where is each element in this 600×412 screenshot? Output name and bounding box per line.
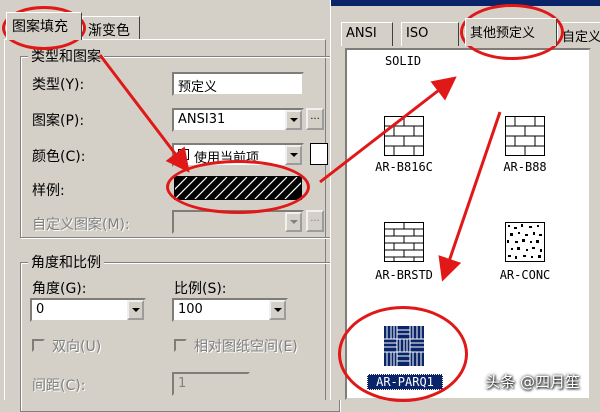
tab-iso[interactable]: ISO [401, 22, 459, 46]
brick-pattern-icon[interactable] [384, 116, 424, 156]
tab-ansi[interactable]: ANSI [341, 22, 393, 46]
tab-ansi-label: ANSI [346, 26, 377, 41]
double-label: 双向(U) [52, 339, 102, 355]
hatch-swatch-pattern-icon [164, 176, 308, 200]
concrete-pattern-icon[interactable] [505, 222, 545, 262]
custom-pattern-label: 自定义图案(M): [32, 217, 130, 233]
pattern-name-b88[interactable]: AR-B88 [485, 160, 565, 174]
swatch-label: 样例: [32, 183, 65, 199]
tab-custom-label: 自定义 [562, 30, 600, 45]
pattern-name-brstd[interactable]: AR-BRSTD [364, 268, 444, 282]
relative-paper-checkbox[interactable] [174, 339, 187, 352]
color-select[interactable]: 使用当前项 [172, 143, 304, 167]
tab-iso-label: ISO [406, 26, 429, 41]
angle-select-value: 0 [36, 302, 45, 317]
scale-label: 比例(S): [174, 281, 227, 297]
block-pattern-icon[interactable] [505, 116, 545, 156]
type-label: 类型(Y): [32, 77, 85, 93]
color-select-value: 使用当前项 [194, 151, 260, 166]
background-color-button[interactable] [310, 143, 328, 165]
custom-pattern-select[interactable] [172, 210, 304, 234]
double-checkbox[interactable] [32, 339, 45, 352]
brick-standard-pattern-icon[interactable] [384, 222, 424, 262]
pattern-label: 图案(P): [32, 113, 85, 129]
watermark: 头条 @四月笙 [485, 373, 580, 391]
type-select-value: 预定义 [178, 80, 218, 95]
chevron-down-icon[interactable] [285, 212, 302, 232]
parquet-pattern-icon[interactable] [384, 326, 424, 366]
tab-gradient[interactable]: 渐变色 [82, 16, 140, 40]
type-select[interactable]: 预定义 [172, 72, 304, 96]
palette-title-bar [331, 0, 600, 6]
chevron-down-icon[interactable] [269, 300, 286, 320]
pattern-list: SOLID AR-B816C AR-B88 AR-BRSTD AR-CONC A… [345, 48, 591, 400]
pattern-name-solid[interactable]: SOLID [363, 54, 443, 68]
tab-hatch[interactable]: 图案填充 [6, 12, 82, 40]
color-swatch-icon [178, 149, 189, 160]
pattern-palette-dialog: ANSI ISO 其他预定义 自定义 SOLID AR-B816C AR-B88 [330, 0, 600, 400]
tab-other-predefined[interactable]: 其他预定义 [465, 18, 557, 46]
pattern-select-value: ANSI31 [178, 112, 226, 127]
chevron-down-icon[interactable] [127, 300, 144, 320]
tab-hatch-label: 图案填充 [12, 19, 68, 35]
spacing-input-value: 1 [178, 376, 187, 391]
hatch-dialog: 图案填充 渐变色 类型和图案 类型(Y): 预定义 图案(P): ANSI31 … [0, 0, 340, 412]
pattern-select[interactable]: ANSI31 [172, 108, 304, 132]
color-label: 颜色(C): [32, 149, 86, 165]
angle-label: 角度(G): [32, 281, 87, 297]
spacing-label: 间距(C): [32, 378, 86, 394]
angle-scale-title: 角度和比例 [28, 252, 104, 272]
relative-paper-label: 相对图纸空间(E) [194, 339, 298, 355]
hatch-swatch[interactable] [164, 176, 308, 200]
scale-select[interactable]: 100 [172, 298, 288, 322]
type-pattern-title: 类型和图案 [28, 46, 104, 66]
pattern-name-conc[interactable]: AR-CONC [485, 268, 565, 282]
chevron-down-icon[interactable] [285, 145, 302, 165]
custom-pattern-browse-button[interactable]: ... [306, 210, 324, 232]
tab-gradient-label: 渐变色 [88, 23, 130, 39]
chevron-down-icon[interactable] [285, 110, 302, 130]
angle-select[interactable]: 0 [30, 298, 146, 322]
pattern-name-parq1[interactable]: AR-PARQ1 [367, 374, 443, 390]
scale-select-value: 100 [178, 302, 203, 317]
pattern-browse-button[interactable]: ... [306, 108, 324, 130]
pattern-name-b816c[interactable]: AR-B816C [364, 160, 444, 174]
tab-other-predefined-label: 其他预定义 [470, 26, 536, 41]
tab-custom[interactable]: 自定义 [557, 22, 600, 46]
spacing-input[interactable]: 1 [172, 372, 250, 396]
